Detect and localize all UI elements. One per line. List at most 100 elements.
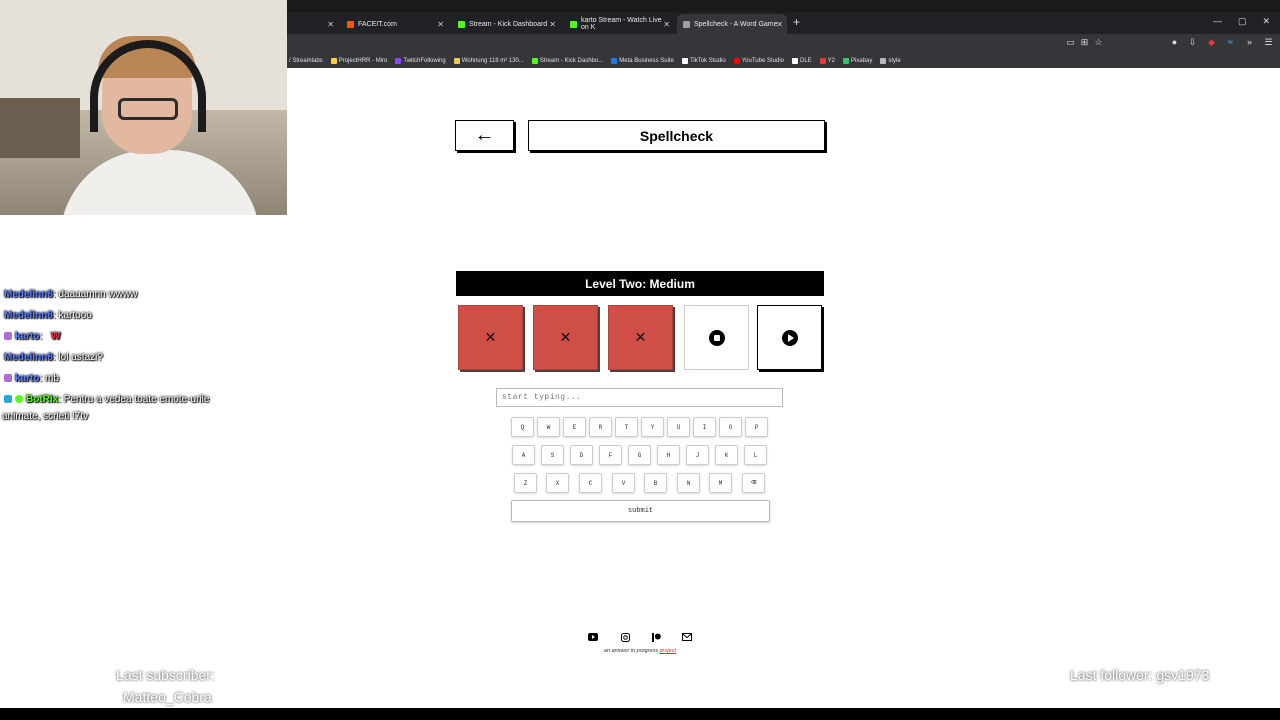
key-u[interactable]: U [667,417,690,437]
key-i[interactable]: I [693,417,716,437]
bookmark-dle[interactable]: DLE [792,58,812,64]
key-p[interactable]: P [745,417,768,437]
extension-icon-2[interactable]: ≈ [1226,38,1235,47]
tab-close-icon[interactable]: ✕ [327,20,334,29]
screen-cast-icon[interactable]: ▭ [1066,38,1075,47]
key-c[interactable]: C [579,473,602,493]
kick-icon [531,58,538,64]
chat-username: BotRix [26,394,59,405]
patreon-icon[interactable] [651,632,661,642]
bookmark-wohnung[interactable]: Wohnung 118 m² 130... [453,58,524,64]
key-j[interactable]: J [686,445,709,465]
tab-close-icon[interactable]: ✕ [776,20,783,29]
address-bar-row [287,34,1280,54]
maximize-button[interactable]: ▢ [1238,16,1247,27]
bookmark-streamlabs[interactable]: / Streamlabs [289,58,323,64]
browser-tab-kick-dashboard[interactable]: Stream - Kick Dashboard ✕ [452,14,560,34]
bookmark-y2[interactable]: Y2 [819,58,835,64]
key-w[interactable]: W [537,417,560,437]
key-o[interactable]: O [719,417,742,437]
key-m[interactable]: M [709,473,732,493]
translate-icon[interactable]: ⊞ [1080,38,1089,47]
more-extensions-icon[interactable]: » [1245,38,1254,47]
key-v[interactable]: V [612,473,635,493]
bookmark-star-icon[interactable]: ☆ [1094,38,1103,47]
bookmarks-bar: / Streamlabs ProjectHRR - Miro TwitchFol… [287,54,1280,68]
faceit-favicon-icon [347,20,354,28]
bookmark-label: Meta Business Suite [619,58,674,64]
last-subscriber-label: Last subscriber: [116,667,215,683]
key-x[interactable]: X [546,473,569,493]
stop-icon[interactable] [708,329,725,346]
key-f[interactable]: F [599,445,622,465]
key-r[interactable]: R [589,417,612,437]
play-audio-button[interactable] [757,305,822,370]
game-title[interactable]: Spellcheck [528,120,825,151]
bookmark-pixabay[interactable]: Pixabay [843,58,872,64]
close-window-button[interactable]: ✕ [1262,16,1270,27]
key-e[interactable]: E [563,417,586,437]
browser-tab-kick-stream[interactable]: karto Stream - Watch Live on K ✕ [564,14,674,34]
browser-tab-spellcheck[interactable]: Spellcheck - A Word Game ✕ [677,14,787,34]
attempt-box-1: ✕ [458,305,523,370]
chat-username: Medelinn8 [4,289,53,300]
menu-icon[interactable]: ☰ [1264,38,1273,47]
youtube-icon[interactable] [588,632,598,642]
extension-icon[interactable]: ◆ [1207,38,1216,47]
key-k[interactable]: K [715,445,738,465]
bookmark-youtube[interactable]: YouTube Studio [733,58,784,64]
minimize-button[interactable]: — [1213,16,1222,27]
back-button[interactable]: ← [455,120,514,151]
webcam-glasses [118,98,178,120]
arrow-left-icon: ← [474,124,495,146]
answer-input[interactable] [496,388,783,407]
tab-close-icon[interactable]: ✕ [549,20,556,29]
key-a[interactable]: A [512,445,535,465]
bookmark-label: Pixabay [851,58,873,64]
key-q[interactable]: Q [511,417,534,437]
key-t[interactable]: T [615,417,638,437]
key-y[interactable]: Y [641,417,664,437]
key-z[interactable]: Z [514,473,537,493]
profile-extension-icon[interactable]: ● [1170,38,1179,47]
chat-text: : daaaamnn wwww [52,289,138,300]
browser-tab-0[interactable]: ✕ [290,14,338,34]
email-icon[interactable] [682,632,692,642]
project-link[interactable]: project [660,648,677,654]
instagram-icon[interactable] [620,632,630,642]
key-g[interactable]: G [628,445,651,465]
x-icon: ✕ [559,329,572,345]
bookmark-meta[interactable]: Meta Business Suite [611,58,674,64]
bookmark-label: DLE [800,58,812,64]
key-b[interactable]: B [644,473,667,493]
attempt-box-4[interactable] [684,305,749,370]
bookmark-style[interactable]: style [880,58,901,64]
backspace-key[interactable]: ⌫ [742,473,765,493]
browser-title-strip [287,0,1280,12]
tab-close-icon[interactable]: ✕ [663,20,670,29]
key-s[interactable]: S [541,445,564,465]
download-icon[interactable]: ⇩ [1188,38,1197,47]
bookmark-twitch[interactable]: TwitchFollowing [395,58,446,64]
footer-text: an answer in progress [603,648,660,654]
house-icon [453,58,460,64]
chat-text: : [39,331,43,342]
chat-text: : Pentru a vedea toate emote-urile [58,394,210,405]
tab-close-icon[interactable]: ✕ [437,20,444,29]
bookmark-kick[interactable]: Stream - Kick Dashbo... [531,58,603,64]
bookmark-tiktok[interactable]: TikTok Studio [681,58,726,64]
key-d[interactable]: D [570,445,593,465]
chat-text: : lol astazi? [52,352,103,363]
key-h[interactable]: H [657,445,680,465]
key-l[interactable]: L [744,445,767,465]
chat-message: Medelinn8: lol astazi? [4,352,103,363]
browser-tab-faceit[interactable]: FACEIT.com ✕ [341,14,448,34]
submit-button[interactable]: submit [511,500,770,522]
bottom-bar [0,708,1280,720]
broadcaster-badge-icon [4,332,12,341]
key-n[interactable]: N [677,473,700,493]
bookmark-label: TwitchFollowing [403,58,446,64]
bookmark-miro[interactable]: ProjectHRR - Miro [330,58,387,64]
tab-label: Spellcheck - A Word Game [694,20,778,28]
new-tab-button[interactable]: + [793,15,800,29]
